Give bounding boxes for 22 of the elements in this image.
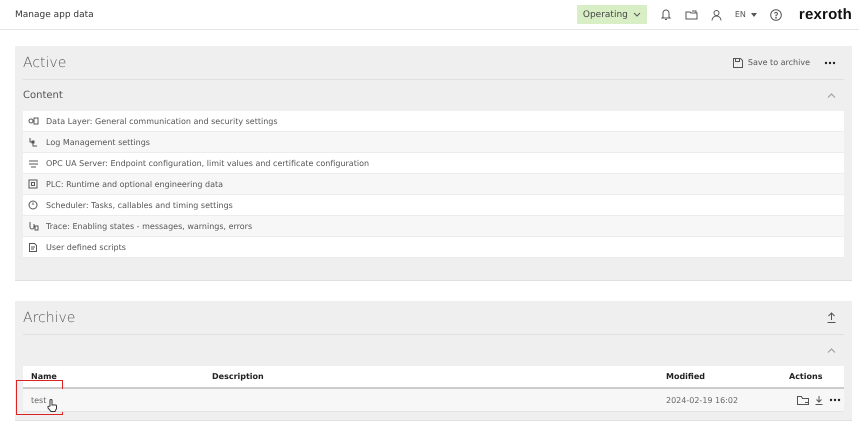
section-title: Archive [23,310,76,326]
subsection-title: Content [23,90,63,101]
table-cell-text: 2024-02-19 16:02 [665,396,740,404]
column-header: Name [30,372,58,381]
state-dropdown[interactable]: Operating [576,5,647,24]
content-item[interactable]: Scheduler: Tasks, callables and timing settings [23,195,844,216]
column-header: Actions [788,372,824,381]
content-item[interactable]: Log Management settings [23,132,844,153]
page-title: Manage app data [15,10,94,20]
save-to-archive-button[interactable]: Save to archive [732,58,810,68]
content-item[interactable]: User defined scripts [23,237,844,258]
section-title: Active [23,54,66,70]
language-dropdown[interactable]: EN [734,10,757,19]
content-item[interactable]: OPC UA Server: Endpoint configuration, limit values and certificate configuration [23,153,844,174]
table-row[interactable]: test 2024-02-19 16:02 [23,389,844,412]
content-item[interactable]: Trace: Enabling states - messages, warnings, errors [23,216,844,237]
table-cell-text: test [30,396,48,404]
content-item[interactable]: Data Layer: General communication and security settings [23,111,844,132]
content-item[interactable]: PLC: Runtime and optional engineering data [23,174,844,195]
column-header: Modified [665,372,706,381]
column-header: Description [211,372,265,381]
logo: rexroth [798,6,852,23]
